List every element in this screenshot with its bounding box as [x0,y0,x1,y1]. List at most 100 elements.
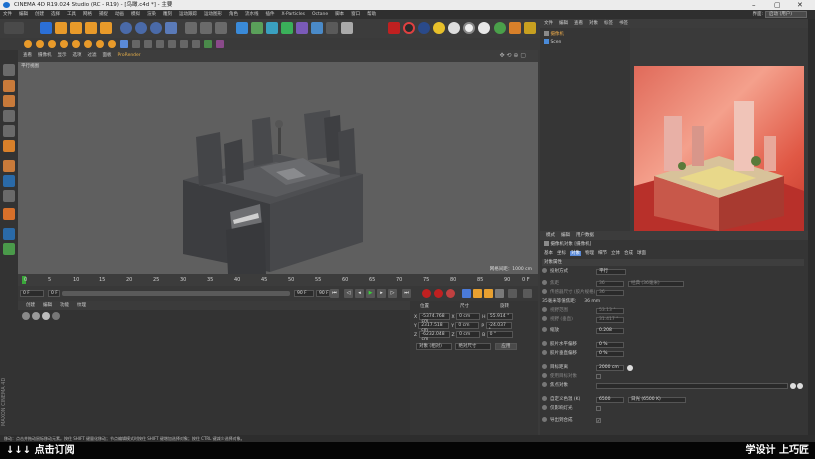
go-to-start-icon[interactable]: ⏮ [330,289,339,298]
deformer-icon[interactable] [296,22,308,34]
maximize-icon[interactable]: ▢ [774,0,781,10]
locked-workplane-icon[interactable] [144,40,152,48]
menu-item[interactable]: 文件 [3,12,12,17]
octane-sphere-icon[interactable] [463,22,475,34]
viewport-menu-view[interactable]: 查看 [23,53,32,58]
octane-live-viewer-icon[interactable] [388,22,400,34]
obj-menu-view[interactable]: 查看 [574,21,583,26]
axis-mode-icon[interactable] [96,40,104,48]
coord-mode-dropdown[interactable]: 对象 (相对) [416,343,452,350]
cloner-icon[interactable] [281,22,293,34]
apply-button[interactable]: 应用 [494,343,517,350]
next-frame-icon[interactable]: ▸ [377,289,386,298]
snap-icon[interactable] [120,40,128,48]
recent-tool-icon[interactable] [100,22,112,34]
menu-item[interactable]: 角色 [229,12,238,17]
menu-item[interactable]: 捕捉 [99,12,108,17]
tab-object[interactable]: 对象 [570,251,581,256]
parameter-key-icon[interactable] [495,289,504,298]
menu-item[interactable]: 编辑 [19,12,28,17]
fov-field[interactable]: 53.13 ° [596,308,624,314]
menu-item[interactable]: 选择 [51,12,60,17]
quantize-icon[interactable] [168,40,176,48]
rotation-key-icon[interactable] [484,289,493,298]
material-menu-create[interactable]: 创建 [26,303,35,308]
x-axis-icon[interactable] [120,22,132,34]
size-x-field[interactable]: 0 cm [456,313,481,320]
viewport-menu-display[interactable]: 显示 [58,53,67,58]
live-selection-icon[interactable] [3,160,15,172]
render-picture-viewer-icon[interactable] [200,22,212,34]
target-pick-icon[interactable] [627,365,633,371]
workplane-icon[interactable] [108,40,116,48]
make-editable-icon[interactable] [3,64,15,76]
subdivision-icon[interactable] [266,22,278,34]
focal-preset-dropdown[interactable]: 经典 (36毫米) [628,281,684,287]
floor-icon[interactable] [311,22,323,34]
scale-tool-icon[interactable] [70,22,82,34]
points-icon[interactable] [3,110,15,122]
end-frame-field[interactable]: 90 F [294,290,314,297]
pen-spline-icon[interactable] [251,22,263,34]
position-z-field[interactable]: -6232.048 cm [418,331,450,342]
previous-frame-icon[interactable]: ◂ [355,289,364,298]
render-region-icon[interactable] [192,40,200,48]
undo-icon[interactable] [4,22,24,34]
param-dot-icon[interactable] [542,268,547,273]
viewport-solo-icon[interactable] [132,40,140,48]
camera-icon[interactable] [326,22,338,34]
attr-menu-edit[interactable]: 编辑 [561,233,570,238]
affect-lights-checkbox[interactable] [596,406,601,411]
interface-dropdown[interactable]: 启动 (用户) [765,11,807,18]
list-item[interactable]: 摄像机 [544,31,564,38]
render-settings-icon[interactable] [215,22,227,34]
position-y-field[interactable]: 2317.518 cm [418,322,450,333]
go-to-end-icon[interactable]: ⏭ [402,289,411,298]
polygons-mode-icon[interactable] [48,40,56,48]
close-icon[interactable]: ✕ [797,0,803,10]
param-dot-icon[interactable] [542,396,547,401]
param-dot-icon[interactable] [542,280,547,285]
play-icon[interactable]: ▶ [366,289,375,298]
z-axis-icon[interactable] [150,22,162,34]
viewport-menu-panel[interactable]: 面板 [103,53,112,58]
export-composition-checkbox[interactable]: ✓ [596,418,601,423]
material-swatch[interactable] [22,312,30,320]
param-dot-icon[interactable] [542,364,547,369]
right-scrollbar[interactable] [808,19,815,435]
focus-pick-icon[interactable] [790,383,796,389]
select-arrow-icon[interactable] [40,22,52,34]
edges-icon[interactable] [3,125,15,137]
menu-item[interactable]: 插件 [266,12,275,17]
param-dot-icon[interactable] [542,327,547,332]
menu-item[interactable]: 帮助 [367,12,376,17]
size-y-field[interactable]: 0 cm [455,322,480,329]
3d-viewport[interactable]: 平行视图 网格间距：1000 cm [18,62,538,274]
cube-icon[interactable] [236,22,248,34]
frame-range-slider[interactable] [62,291,290,296]
coordinate-system-icon[interactable] [165,22,177,34]
obj-menu-tags[interactable]: 标签 [604,21,613,26]
layer-browser-icon[interactable] [204,40,212,48]
menu-item[interactable]: 工具 [67,12,76,17]
param-dot-icon[interactable] [542,350,547,355]
render-view-icon[interactable] [185,22,197,34]
attr-menu-userdata[interactable]: 用户数据 [576,233,594,238]
param-dot-icon[interactable] [542,307,547,312]
point-level-icon[interactable] [508,289,517,298]
size-mode-dropdown[interactable]: 绝对尺寸 [455,343,492,350]
scale-key-icon[interactable] [473,289,482,298]
y-axis-icon[interactable] [135,22,147,34]
obj-menu-bookmarks[interactable]: 书签 [619,21,628,26]
menu-item[interactable]: 雕刻 [163,12,172,17]
viewport-menu-options[interactable]: 选项 [73,53,82,58]
keyframe-selection-icon[interactable] [446,289,455,298]
sculpt-icon[interactable] [3,208,15,220]
menu-item[interactable]: X-Particles [282,12,305,17]
param-dot-icon[interactable] [542,373,547,378]
material-menu-function[interactable]: 功能 [60,303,69,308]
current-frame-field[interactable]: 0 F [20,290,44,297]
minimize-icon[interactable]: – [752,0,756,10]
param-dot-icon[interactable] [542,316,547,321]
autokey-icon[interactable] [434,289,443,298]
